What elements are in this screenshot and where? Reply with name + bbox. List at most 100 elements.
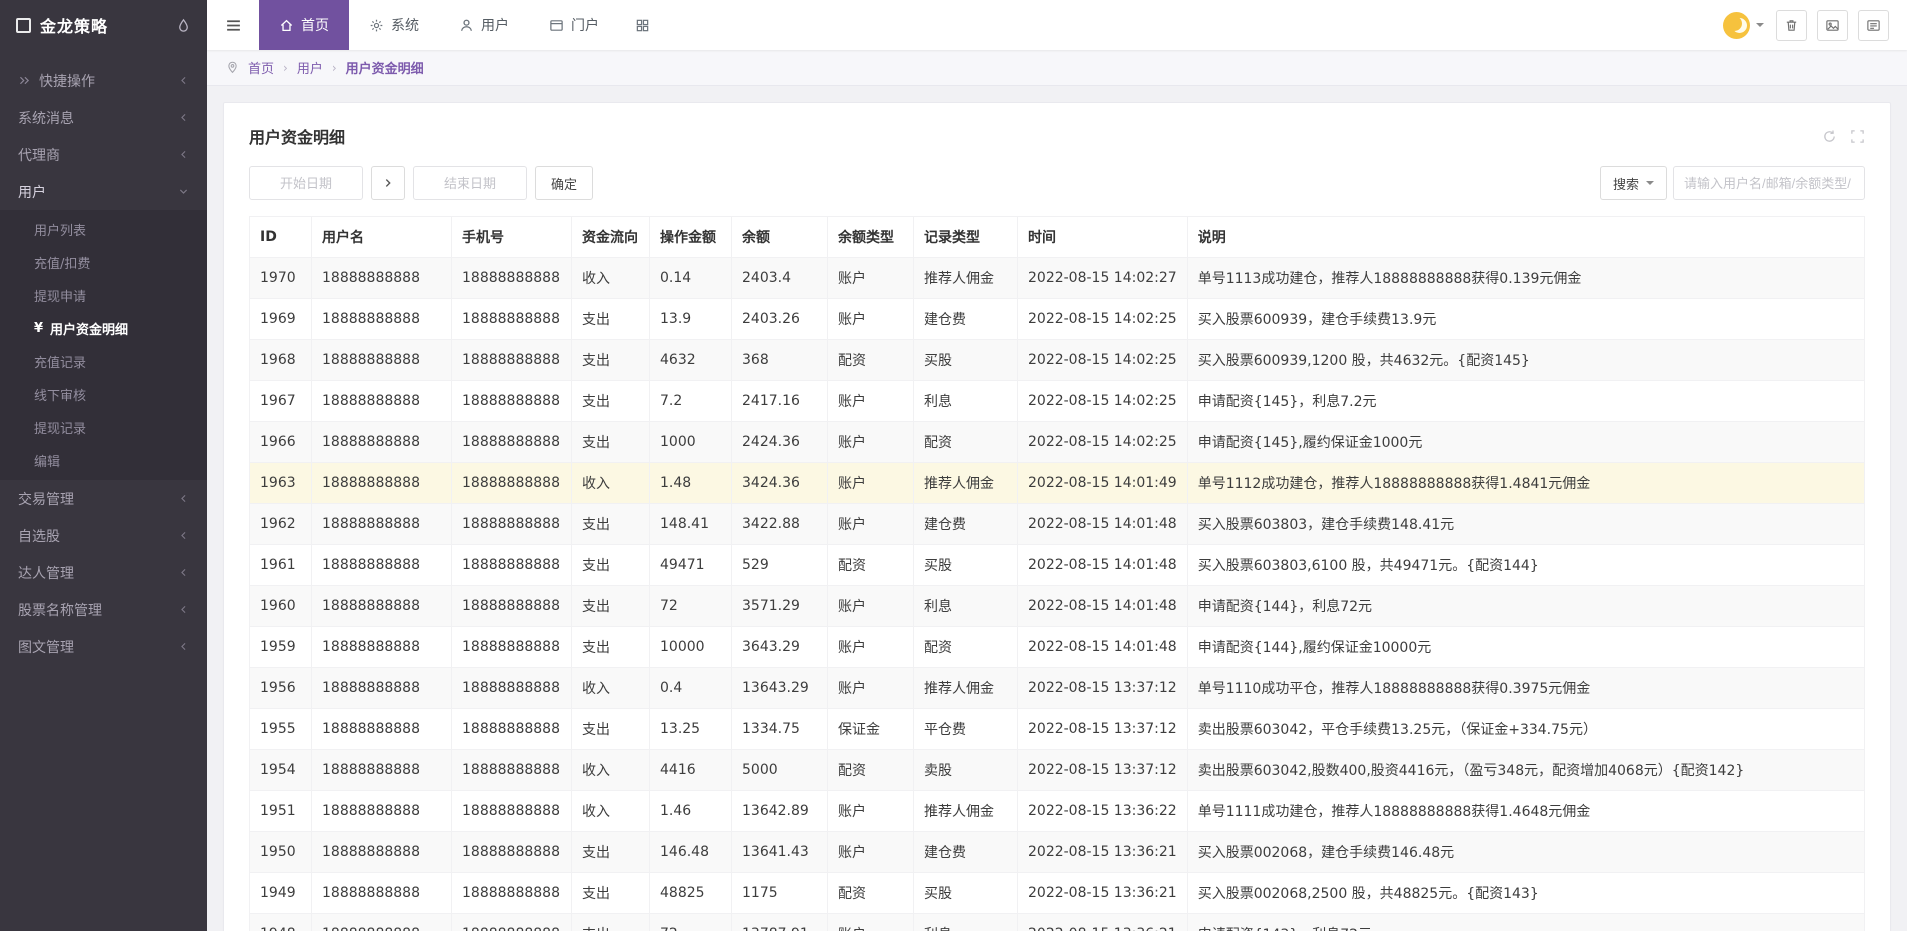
date-range-arrow-button[interactable] xyxy=(371,166,405,200)
sidebar-item-label: 用户 xyxy=(18,182,170,202)
sidebar-item-agents[interactable]: 代理商 xyxy=(0,136,207,173)
cell-username: 18888888888 xyxy=(312,668,452,709)
cell-phone: 18888888888 xyxy=(452,750,572,791)
table-row[interactable]: 19611888888888818888888888支出49471529配资买股… xyxy=(250,545,1865,586)
sidebar-item-expert-management[interactable]: 达人管理 xyxy=(0,554,207,591)
column-header-balance_type[interactable]: 余额类型 xyxy=(828,217,914,258)
cell-id: 1956 xyxy=(250,668,312,709)
sidebar-item-label: 达人管理 xyxy=(18,563,170,583)
table-row[interactable]: 19661888888888818888888888支出10002424.36账… xyxy=(250,422,1865,463)
cell-id: 1962 xyxy=(250,504,312,545)
confirm-button[interactable]: 确定 xyxy=(535,166,593,200)
sidebar-subitem-edit[interactable]: 编辑 xyxy=(0,444,207,477)
table-row[interactable]: 19631888888888818888888888收入1.483424.36账… xyxy=(250,463,1865,504)
cell-record_type: 利息 xyxy=(914,914,1018,931)
image-button[interactable] xyxy=(1817,10,1848,41)
topnav-item-user[interactable]: 用户 xyxy=(439,0,529,50)
cell-balance_type: 账户 xyxy=(828,668,914,709)
topnav-item-home[interactable]: 首页 xyxy=(259,0,349,50)
sidebar-item-system-messages[interactable]: 系统消息 xyxy=(0,99,207,136)
topnav-label: 用户 xyxy=(481,15,509,35)
cell-id: 1954 xyxy=(250,750,312,791)
sidebar-subitem-recharge-deduct[interactable]: 充值/扣费 xyxy=(0,246,207,279)
table-row[interactable]: 19681888888888818888888888支出4632368配资买股2… xyxy=(250,340,1865,381)
column-header-balance[interactable]: 余额 xyxy=(732,217,828,258)
sidebar-item-label: 代理商 xyxy=(18,145,170,165)
droplet-icon[interactable] xyxy=(176,18,191,33)
cell-balance: 3571.29 xyxy=(732,586,828,627)
table-row[interactable]: 19511888888888818888888888收入1.4613642.89… xyxy=(250,791,1865,832)
cell-time: 2022-08-15 13:37:12 xyxy=(1018,668,1188,709)
cell-time: 2022-08-15 13:36:21 xyxy=(1018,832,1188,873)
sidebar-item-content-management[interactable]: 图文管理 xyxy=(0,628,207,665)
cell-flow: 支出 xyxy=(572,832,650,873)
panel-button[interactable] xyxy=(1858,10,1889,41)
column-header-id[interactable]: ID xyxy=(250,217,312,258)
topnav-item-portal[interactable]: 门户 xyxy=(529,0,619,50)
cell-username: 18888888888 xyxy=(312,545,452,586)
avatar-dropdown[interactable] xyxy=(1721,8,1766,43)
table-row[interactable]: 19601888888888818888888888支出723571.29账户利… xyxy=(250,586,1865,627)
sidebar-item-users[interactable]: 用户 xyxy=(0,173,207,210)
topnav-item-apps[interactable] xyxy=(619,0,666,50)
cell-username: 18888888888 xyxy=(312,914,452,931)
topnav-label: 门户 xyxy=(571,15,599,35)
cell-time: 2022-08-15 13:36:21 xyxy=(1018,914,1188,931)
sidebar-subitem-recharge-records[interactable]: 充值记录 xyxy=(0,345,207,378)
column-header-record_type[interactable]: 记录类型 xyxy=(914,217,1018,258)
trash-button[interactable] xyxy=(1776,10,1807,41)
sidebar-subitem-withdraw-request[interactable]: 提现申请 xyxy=(0,279,207,312)
table-row[interactable]: 19541888888888818888888888收入44165000配资卖股… xyxy=(250,750,1865,791)
table-row[interactable]: 19691888888888818888888888支出13.92403.26账… xyxy=(250,299,1865,340)
cell-time: 2022-08-15 13:37:12 xyxy=(1018,709,1188,750)
fullscreen-icon[interactable] xyxy=(1850,129,1865,144)
hamburger-icon[interactable] xyxy=(207,0,259,50)
sidebar-subitem-user-funds-detail[interactable]: ¥ 用户资金明细 xyxy=(0,312,207,345)
column-header-desc[interactable]: 说明 xyxy=(1187,217,1864,258)
refresh-icon[interactable] xyxy=(1822,129,1837,144)
column-header-time[interactable]: 时间 xyxy=(1018,217,1188,258)
topnav-item-system[interactable]: 系统 xyxy=(349,0,439,50)
sidebar-item-quick-actions[interactable]: 快捷操作 xyxy=(0,62,207,99)
table-body: 19701888888888818888888888收入0.142403.4账户… xyxy=(250,258,1865,931)
sidebar-subitem-offline-review[interactable]: 线下审核 xyxy=(0,378,207,411)
start-date-input[interactable] xyxy=(249,166,363,200)
table-row[interactable]: 19551888888888818888888888支出13.251334.75… xyxy=(250,709,1865,750)
table-row[interactable]: 19561888888888818888888888收入0.413643.29账… xyxy=(250,668,1865,709)
search-dropdown-button[interactable]: 搜索 xyxy=(1600,166,1667,200)
window-icon xyxy=(549,18,564,33)
column-header-username[interactable]: 用户名 xyxy=(312,217,452,258)
breadcrumb-link-home[interactable]: 首页 xyxy=(248,58,274,77)
table-row[interactable]: 19491888888888818888888888支出488251175配资买… xyxy=(250,873,1865,914)
column-header-phone[interactable]: 手机号 xyxy=(452,217,572,258)
location-pin-icon xyxy=(226,61,239,74)
home-icon xyxy=(279,18,294,33)
table-row[interactable]: 19671888888888818888888888支出7.22417.16账户… xyxy=(250,381,1865,422)
end-date-input[interactable] xyxy=(413,166,527,200)
caret-down-icon xyxy=(1646,181,1654,189)
sidebar-item-watchlist-stocks[interactable]: 自选股 xyxy=(0,517,207,554)
cell-id: 1959 xyxy=(250,627,312,668)
cell-username: 18888888888 xyxy=(312,586,452,627)
breadcrumb-link-users[interactable]: 用户 xyxy=(297,58,323,77)
cell-desc: 申请配资{144},履约保证金10000元 xyxy=(1187,627,1864,668)
column-header-amount[interactable]: 操作金额 xyxy=(650,217,732,258)
table-row[interactable]: 19481888888888818888888888支出7213787.91账户… xyxy=(250,914,1865,931)
cell-amount: 4632 xyxy=(650,340,732,381)
cell-username: 18888888888 xyxy=(312,791,452,832)
cell-flow: 支出 xyxy=(572,422,650,463)
table-row[interactable]: 19591888888888818888888888支出100003643.29… xyxy=(250,627,1865,668)
sidebar-subitem-user-list[interactable]: 用户列表 xyxy=(0,213,207,246)
table-row[interactable]: 19701888888888818888888888收入0.142403.4账户… xyxy=(250,258,1865,299)
table-row[interactable]: 19621888888888818888888888支出148.413422.8… xyxy=(250,504,1865,545)
sidebar-subitem-withdraw-records[interactable]: 提现记录 xyxy=(0,411,207,444)
cell-balance: 2417.16 xyxy=(732,381,828,422)
cell-record_type: 推荐人佣金 xyxy=(914,791,1018,832)
sidebar-item-trade-management[interactable]: 交易管理 xyxy=(0,480,207,517)
cell-username: 18888888888 xyxy=(312,299,452,340)
sidebar-item-stock-name-management[interactable]: 股票名称管理 xyxy=(0,591,207,628)
caret-down-icon xyxy=(1756,23,1764,31)
table-row[interactable]: 19501888888888818888888888支出146.4813641.… xyxy=(250,832,1865,873)
column-header-flow[interactable]: 资金流向 xyxy=(572,217,650,258)
search-input[interactable] xyxy=(1673,166,1865,200)
